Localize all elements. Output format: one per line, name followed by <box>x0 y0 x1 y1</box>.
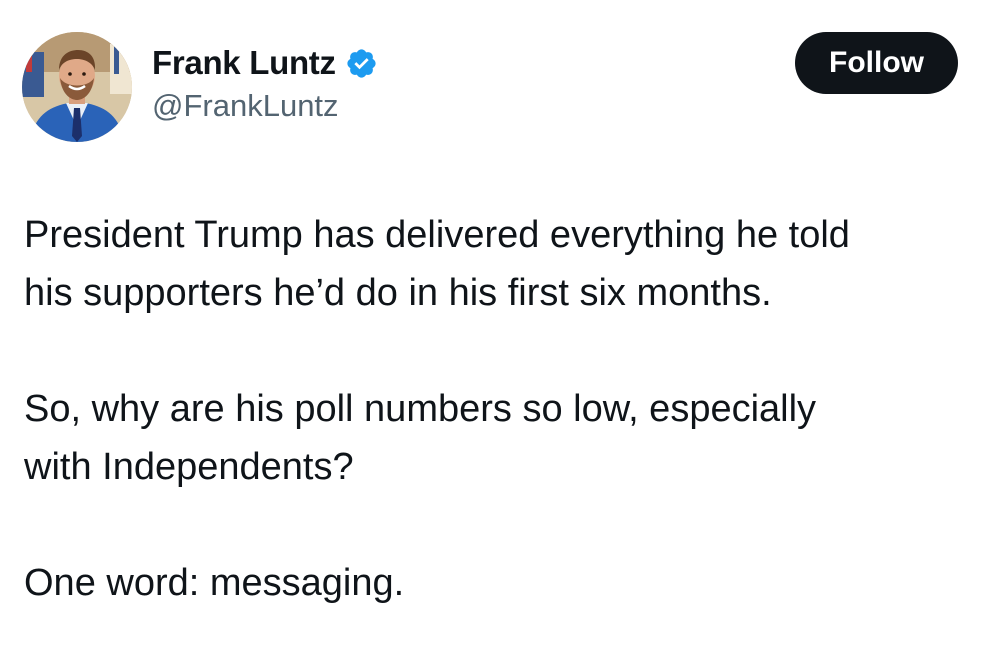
tweet-paragraph: One word: messaging. <box>24 562 405 604</box>
tweet-paragraph: President Trump has delivered everything… <box>24 214 850 314</box>
follow-button[interactable]: Follow <box>795 32 958 94</box>
tweet-text: President Trump has delivered everything… <box>24 206 974 612</box>
avatar[interactable] <box>22 32 132 142</box>
tweet-paragraph: So, why are his poll numbers so low, esp… <box>24 388 817 488</box>
author-name-row: Frank Luntz <box>152 40 378 86</box>
verified-badge-icon[interactable] <box>345 47 378 80</box>
author-display-name[interactable]: Frank Luntz <box>152 44 336 82</box>
tweet-card: Frank Luntz @FrankLuntz Follow President… <box>0 0 1000 646</box>
avatar-photo <box>22 32 132 142</box>
author-handle[interactable]: @FrankLuntz <box>152 88 339 124</box>
